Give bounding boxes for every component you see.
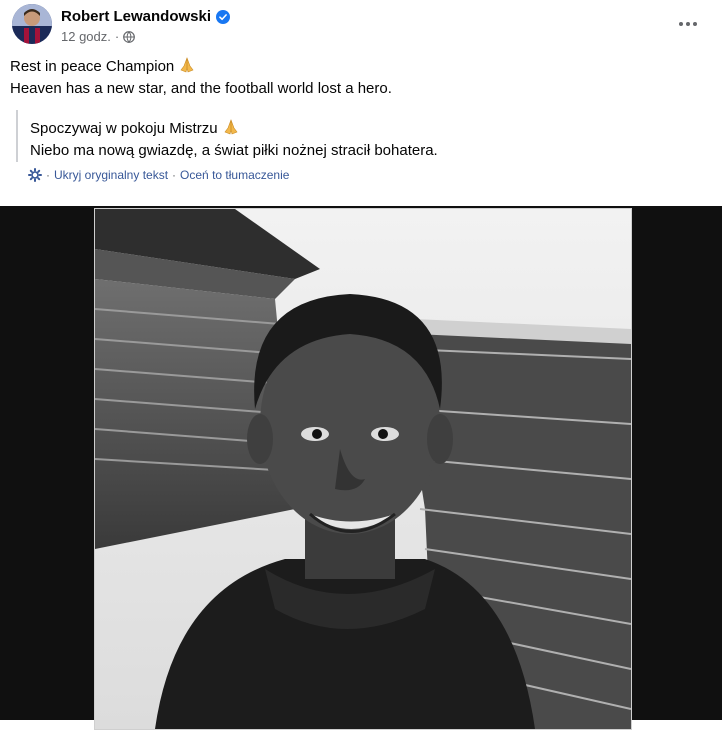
- verified-badge-icon: [216, 9, 231, 24]
- translation-line-1-content: Spoczywaj w pokoju Mistrzu: [30, 120, 218, 137]
- meta-separator: ·: [114, 29, 120, 44]
- post-text-line-1: Rest in peace Champion: [10, 56, 710, 78]
- praying-hands-emoji: [224, 119, 238, 135]
- facebook-post: Robert Lewandowski 12 godz. · Rest in pe: [0, 0, 722, 730]
- translation-line-1: Spoczywaj w pokoju Mistrzu: [30, 110, 710, 140]
- translation-block: Spoczywaj w pokoju Mistrzu Niebo ma nową…: [16, 110, 710, 162]
- stadium-portrait-image: [95, 209, 631, 729]
- actions-separator: ·: [172, 168, 177, 182]
- praying-hands-emoji: [180, 57, 194, 73]
- post-timestamp[interactable]: 12 godz.: [61, 29, 111, 44]
- post-text-line-1-content: Rest in peace Champion: [10, 58, 175, 75]
- actions-separator: ·: [46, 168, 50, 182]
- post-text-line-2: Heaven has a new star, and the football …: [10, 80, 392, 97]
- post-header: Robert Lewandowski 12 godz. ·: [12, 4, 710, 48]
- author-row: Robert Lewandowski: [61, 8, 231, 25]
- gear-icon: [28, 168, 42, 182]
- avatar[interactable]: [12, 4, 52, 44]
- post-media[interactable]: [0, 206, 722, 730]
- post-text: Rest in peace Champion Heaven has a new …: [10, 56, 710, 100]
- translation-actions: · Ukryj oryginalny tekst · Oceń to tłuma…: [28, 168, 289, 182]
- more-options-button[interactable]: [674, 10, 702, 38]
- translation-line-2: Niebo ma nową gwiazdę, a świat piłki noż…: [30, 142, 438, 159]
- post-photo[interactable]: [94, 208, 632, 730]
- post-meta: 12 godz. ·: [61, 29, 136, 44]
- avatar-image: [12, 4, 52, 44]
- hide-original-link[interactable]: Ukryj oryginalny tekst: [54, 168, 168, 182]
- rate-translation-link[interactable]: Oceń to tłumaczenie: [180, 168, 289, 182]
- globe-icon: [123, 30, 136, 43]
- author-name[interactable]: Robert Lewandowski: [61, 8, 211, 25]
- more-options-icon: [679, 22, 697, 26]
